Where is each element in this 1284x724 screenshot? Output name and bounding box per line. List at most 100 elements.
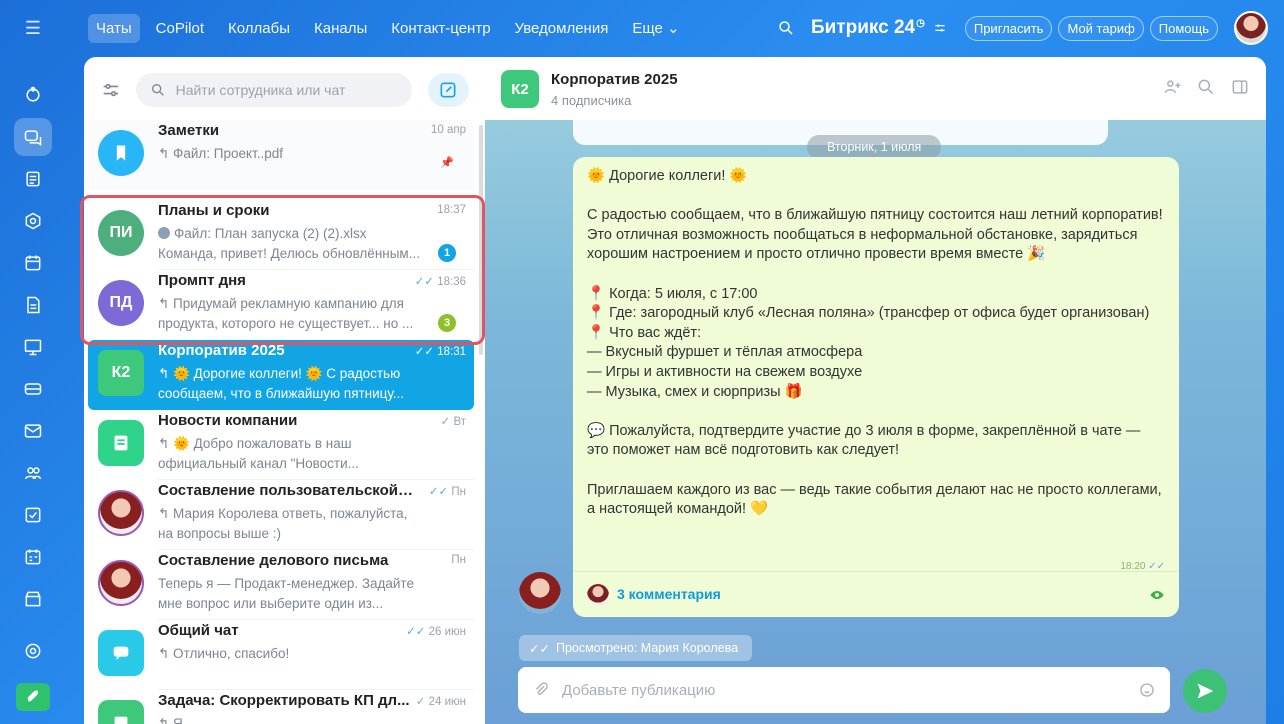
tab-more[interactable]: Еще ⌄ <box>624 13 687 43</box>
chat-title: Корпоратив 2025 <box>158 342 285 359</box>
unread-badge: 1 <box>438 244 456 262</box>
crm-icon[interactable] <box>14 370 52 408</box>
copilot-icon[interactable] <box>14 202 52 240</box>
search-icon[interactable] <box>777 19 795 37</box>
sites-icon[interactable] <box>14 328 52 366</box>
list-item[interactable]: Общий чат ✓✓ 26 июн ↰ Отлично, спасибо! <box>84 620 474 690</box>
tab-notifications[interactable]: Уведомления <box>507 14 617 43</box>
chat-avatar: К2 <box>98 350 144 396</box>
eye-icon <box>1150 590 1164 599</box>
chat-preview: Теперь я — Продакт-менеджер. Задайте <box>158 576 414 591</box>
chat-preview: ↰ 🌞 Добро пожаловать в наш <box>158 436 352 451</box>
commenter-avatar <box>587 583 609 606</box>
chat-preview: ↰ Файл: Проект..pdf <box>158 146 283 161</box>
list-item[interactable]: Составление делового письма Пн Теперь я … <box>84 550 474 620</box>
user-avatar[interactable] <box>1234 11 1268 45</box>
chat-avatar: ПИ <box>98 210 144 256</box>
message-bubble[interactable]: 🌞 Дорогие коллеги! 🌞 С радостью сообщаем… <box>573 157 1179 617</box>
header-actions <box>1148 77 1250 97</box>
pin-icon: 📌 <box>440 157 454 169</box>
tasks-icon[interactable] <box>14 160 52 198</box>
list-item-active[interactable]: К2 Корпоратив 2025 ✓✓ 18:31 ↰ 🌞 Дорогие … <box>88 340 474 410</box>
chat-title: Новости компании <box>158 412 298 429</box>
store-icon[interactable] <box>14 580 52 618</box>
list-item[interactable]: Заметки 10 апр ↰ Файл: Проект..pdf 📌 <box>84 120 474 190</box>
docs-icon[interactable] <box>14 286 52 324</box>
notes-bookmark-icon <box>98 130 144 176</box>
chat-preview-2: на вопросы выше :) <box>158 526 281 541</box>
double-check-icon: ✓✓ <box>406 626 426 638</box>
checklist-icon[interactable] <box>14 496 52 534</box>
message-text: 🌞 Дорогие коллеги! 🌞 С радостью сообщаем… <box>587 168 1163 518</box>
tab-channels[interactable]: Каналы <box>306 14 375 43</box>
invite-button[interactable]: Пригласить <box>964 15 1053 41</box>
compose-icon <box>440 82 456 98</box>
chat-preview-2: сообщаем, что в ближайшую пятницу... <box>158 386 405 401</box>
comments-link[interactable]: 3 комментария <box>617 585 721 605</box>
chat-title: Общий чат <box>158 622 239 639</box>
double-check-icon: ✓✓ <box>529 641 550 656</box>
list-item[interactable]: Новости компании ✓ Вт ↰ 🌞 Добро пожалова… <box>84 410 474 480</box>
brand-logo[interactable]: Битрикс 24◷ <box>811 17 925 39</box>
chat-time: 10 апр <box>430 124 466 136</box>
mail-icon[interactable] <box>14 412 52 450</box>
chat-title: Заметки <box>158 122 220 139</box>
ai-avatar <box>98 490 144 536</box>
message-input[interactable]: Добавьте публикацию <box>518 667 1170 713</box>
smile-icon[interactable] <box>1138 681 1156 699</box>
clock-icon: ◷ <box>916 17 925 29</box>
double-check-icon: ✓✓ <box>414 346 435 358</box>
chat-preview: ↰ Мария Королева ответь, пожалуйста, <box>158 506 408 521</box>
sliders-icon[interactable] <box>933 21 947 35</box>
chat-name[interactable]: Корпоратив 2025 <box>551 71 678 88</box>
comments-bar[interactable]: 3 комментария <box>573 571 1179 617</box>
chat-preview-2: продукта, которого не существует... но .… <box>158 316 414 331</box>
chat-title: Составление делового письма <box>158 552 389 569</box>
send-icon <box>1197 683 1214 699</box>
chat-time: Пн <box>451 554 466 566</box>
chat-avatar: ПД <box>98 280 144 326</box>
list-item[interactable]: ПИ Планы и сроки 18:37 Файл: План запуск… <box>84 200 474 270</box>
tab-copilot[interactable]: CoPilot <box>148 14 212 43</box>
send-button[interactable] <box>1183 669 1227 713</box>
tab-chats[interactable]: Чаты <box>88 13 140 43</box>
list-item[interactable]: ПД Промпт дня ✓✓ 18:36 ↰ Придумай реклам… <box>84 270 474 340</box>
sender-avatar[interactable] <box>519 572 561 614</box>
tariff-button[interactable]: Мой тариф <box>1058 15 1144 41</box>
left-rail: ☰ <box>0 0 68 724</box>
list-item[interactable]: Составление пользовательской ист... ✓✓ П… <box>84 480 474 550</box>
message-placeholder: Добавьте публикацию <box>562 681 716 699</box>
check-icon: ✓ <box>440 416 451 428</box>
calendar-icon[interactable] <box>14 244 52 282</box>
help-button[interactable]: Помощь <box>1149 15 1218 41</box>
seen-status: ✓✓ Просмотрено: Мария Королева <box>519 635 753 661</box>
settings-icon[interactable] <box>14 632 52 670</box>
sidebar-toggle-icon[interactable] <box>1230 77 1250 97</box>
user-dot-icon <box>158 227 170 239</box>
date-divider: Вторник, 1 июля <box>807 135 942 159</box>
filter-icon[interactable] <box>100 78 122 102</box>
search-icon[interactable] <box>1196 77 1216 97</box>
new-chat-button[interactable] <box>427 73 469 107</box>
menu-icon[interactable]: ☰ <box>22 18 44 38</box>
tab-collabs[interactable]: Коллабы <box>220 14 298 43</box>
chat-preview-2: мне вопрос или выберите один из... <box>158 596 384 611</box>
chats-icon[interactable] <box>14 118 52 156</box>
chat-header: К2 Корпоратив 2025 4 подписчика <box>485 57 1266 120</box>
tab-contact-center[interactable]: Контакт-центр <box>383 14 498 43</box>
feed-icon[interactable] <box>14 76 52 114</box>
general-chat-icon <box>98 630 144 676</box>
chat-title: Задача: Скорректировать КП дл... <box>158 692 410 709</box>
chat-time: 18:37 <box>437 204 466 216</box>
search-input[interactable]: Найти сотрудника или чат <box>135 73 412 107</box>
unread-badge: 3 <box>438 314 456 332</box>
subscribers-count[interactable]: 4 подписчика <box>551 93 631 108</box>
chat-list-scrollbar[interactable] <box>479 125 483 355</box>
attach-icon[interactable] <box>532 681 550 699</box>
rocket-icon[interactable] <box>16 683 50 711</box>
search-placeholder: Найти сотрудника или чат <box>175 82 346 98</box>
list-item[interactable]: Задача: Скорректировать КП дл... ✓ 24 ию… <box>84 690 474 724</box>
employees-icon[interactable] <box>14 454 52 492</box>
add-user-icon[interactable] <box>1162 77 1182 97</box>
schedule-icon[interactable] <box>14 538 52 576</box>
